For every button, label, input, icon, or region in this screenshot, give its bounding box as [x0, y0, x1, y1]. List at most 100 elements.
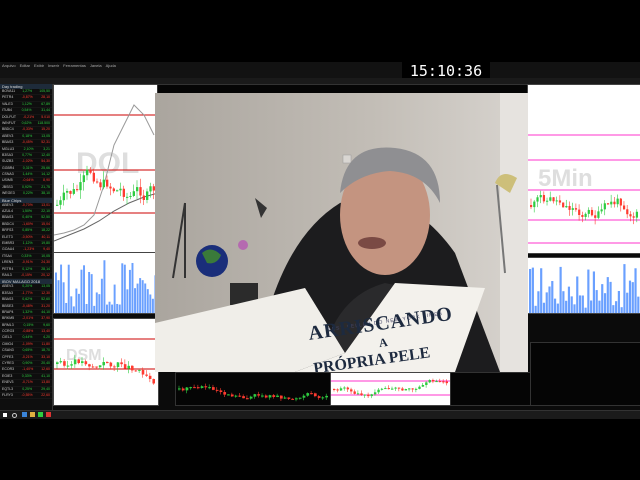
order-panel-right[interactable] [530, 342, 640, 406]
candle-body [219, 390, 223, 393]
watchlist-cell-sym: BBSE3 [2, 303, 14, 308]
candle-body [530, 205, 533, 208]
candle-body [343, 387, 346, 389]
watchlist-cell-val: 14,12 [41, 172, 50, 177]
candle-body [96, 181, 99, 183]
windows-taskbar [0, 410, 640, 419]
candle-body [613, 201, 616, 205]
watchlist-cell-sym: BRML3 [2, 322, 14, 327]
watchlist-cell-chg: -0,64% [22, 178, 34, 183]
menu-item[interactable]: Ferramentas [63, 63, 86, 68]
menu-item[interactable]: Janela [90, 63, 102, 68]
watchlist-cell-sym: EQTL3 [2, 386, 14, 391]
watchlist-cell-val: 37,90 [41, 316, 50, 321]
watchlist-cell-val: 10,05 [41, 253, 50, 258]
candle-body [253, 394, 257, 397]
watchlist-cell-sym: VALE3 [2, 101, 13, 106]
menu-item[interactable]: Inserir [48, 63, 59, 68]
watchlist-cell-sym: BBDC4 [2, 127, 14, 132]
volume-bar [615, 301, 618, 313]
watchlist-cell-val: 9,40 [43, 247, 50, 252]
menu-item[interactable]: Arquivo [2, 63, 16, 68]
candle-body [102, 362, 105, 366]
candle-body [438, 381, 442, 383]
candle-body [189, 387, 193, 389]
candle-body [581, 215, 584, 217]
candle-body [536, 197, 539, 202]
volume-bar [606, 277, 609, 313]
chart-bottom-left-svg [54, 338, 158, 385]
volume-bar [553, 298, 557, 313]
candle-body [123, 364, 127, 369]
order-book-panel[interactable] [450, 372, 532, 406]
volume-bar [637, 296, 640, 313]
watchlist-row[interactable]: FLRY3 -0,55% 22,60 [0, 393, 52, 400]
watchlist-cell-sym: CSNA3 [2, 172, 14, 177]
watchlist-cell-val: 31,20 [41, 303, 50, 308]
watchlist-cell-val: 12,30 [41, 290, 50, 295]
volume-bar [631, 282, 634, 313]
menu-item[interactable]: Exibir [34, 63, 44, 68]
watchlist-cell-val: 118.500 [37, 120, 50, 125]
watchlist-cell-sym: BBDC4 [2, 221, 14, 226]
watchlist-cell-val: 5.010 [41, 114, 50, 119]
volume-bar [123, 264, 126, 313]
volume-bar [60, 264, 63, 313]
candle-body [109, 186, 112, 189]
candle-body [139, 187, 142, 196]
candle-body [632, 216, 635, 218]
candle-body [295, 398, 298, 400]
app-icon-recorder[interactable] [46, 412, 51, 417]
candle-body [619, 198, 622, 206]
candle-body [370, 394, 373, 397]
candle-body [82, 175, 85, 183]
menu-item[interactable]: Ajuda [106, 63, 116, 68]
menu-item[interactable]: Editar [20, 63, 30, 68]
volume-bar [75, 288, 78, 313]
watchlist-cell-chg: 0,33% [21, 373, 32, 378]
candle-body [404, 389, 408, 391]
volume-bar [67, 264, 70, 313]
app-icon-platform[interactable] [38, 412, 43, 417]
watchlist-cell-chg: 1,44% [22, 172, 33, 177]
watchlist-cell-sym: PETR4 [2, 95, 14, 100]
app-icon-browser[interactable] [22, 412, 27, 417]
windows-start-icon[interactable] [3, 413, 7, 417]
search-icon[interactable] [12, 413, 17, 418]
chart-panel-bottom-left[interactable]: DSM [53, 318, 159, 406]
candle-body [594, 215, 597, 218]
chart-panel-bottom-center[interactable] [330, 372, 452, 406]
volume-bar [128, 269, 131, 313]
watchlist-cell-val: 22,10 [41, 209, 50, 214]
candle-body [249, 396, 253, 399]
candle-body [204, 386, 208, 388]
volume-bar [106, 304, 108, 313]
candle-body [242, 396, 245, 399]
candle-body [141, 369, 145, 375]
watchlist-cell-chg: -1,77% [21, 290, 33, 295]
candle-body [211, 387, 215, 390]
chart-panel-dol[interactable]: DOL [53, 84, 159, 254]
candle-body [257, 394, 261, 396]
watchlist-cell-sym: BOVA11 [2, 89, 16, 93]
watchlist-cell-chg: 0,44% [22, 335, 33, 340]
watchlist-cell-chg: -0,91% [21, 260, 33, 265]
candle-body [445, 381, 448, 384]
volume-bar [134, 288, 136, 313]
watchlist-cell-val: 41,10 [41, 373, 50, 378]
candle-body [200, 386, 204, 388]
candle-body [384, 388, 387, 390]
title-bar: Arquivo Editar Exibir Inserir Ferramentas Jan… [0, 62, 640, 79]
watchlist-cell-sym: GOAU4 [2, 247, 15, 252]
volume-bar [545, 292, 548, 313]
candle-body [306, 393, 310, 396]
watchlist-cell-val: 4,20 [43, 335, 50, 340]
app-icon-folder[interactable] [30, 412, 35, 417]
candle-body [565, 205, 568, 208]
volume-bar [136, 283, 139, 313]
volume-bar [537, 291, 540, 313]
chart-panel-bottom-mid[interactable] [175, 372, 332, 406]
volume-bar [581, 295, 584, 313]
candle-body [431, 379, 435, 382]
chart-panel-5min[interactable]: 5Min [527, 84, 640, 254]
